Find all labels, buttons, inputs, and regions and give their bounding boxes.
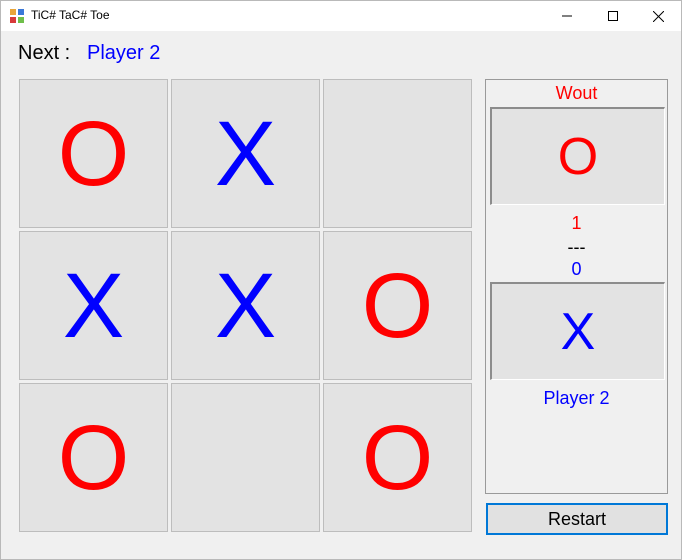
board-cell-6[interactable]: O (323, 231, 472, 380)
board-cell-9[interactable]: O (323, 383, 472, 532)
maximize-icon (608, 11, 618, 21)
player2-name: Player 2 (543, 388, 610, 408)
game-board: O X X X O O O (19, 79, 478, 538)
close-button[interactable] (635, 1, 681, 31)
player1-symbol: O (490, 107, 665, 205)
minimize-icon (562, 15, 572, 17)
score-panel: Wout O 1 --- 0 X Player 2 (485, 79, 668, 494)
maximize-button[interactable] (590, 1, 636, 31)
next-player-name: Player 2 (87, 42, 161, 64)
title-bar[interactable]: TiC# TaC# Toe (1, 1, 681, 31)
score-separator: --- (567, 237, 586, 257)
board-cell-2[interactable]: X (171, 79, 320, 228)
board-cell-3[interactable] (323, 79, 472, 228)
restart-button[interactable]: Restart (486, 503, 668, 535)
board-cell-1[interactable]: O (19, 79, 168, 228)
minimize-button[interactable] (544, 1, 590, 31)
player2-symbol: X (490, 282, 665, 380)
board-cell-8[interactable] (171, 383, 320, 532)
close-icon (652, 10, 664, 22)
player2-score: 0 (571, 259, 582, 279)
board-cell-7[interactable]: O (19, 383, 168, 532)
app-icon (10, 9, 24, 23)
game-window: TiC# TaC# Toe Next : Player 2 O X X X O … (0, 0, 682, 560)
player1-name: Wout (555, 83, 598, 103)
next-label: Next : (18, 42, 71, 64)
player1-score: 1 (571, 213, 582, 233)
board-cell-4[interactable]: X (19, 231, 168, 380)
window-title: TiC# TaC# Toe (31, 8, 110, 22)
board-cell-5[interactable]: X (171, 231, 320, 380)
